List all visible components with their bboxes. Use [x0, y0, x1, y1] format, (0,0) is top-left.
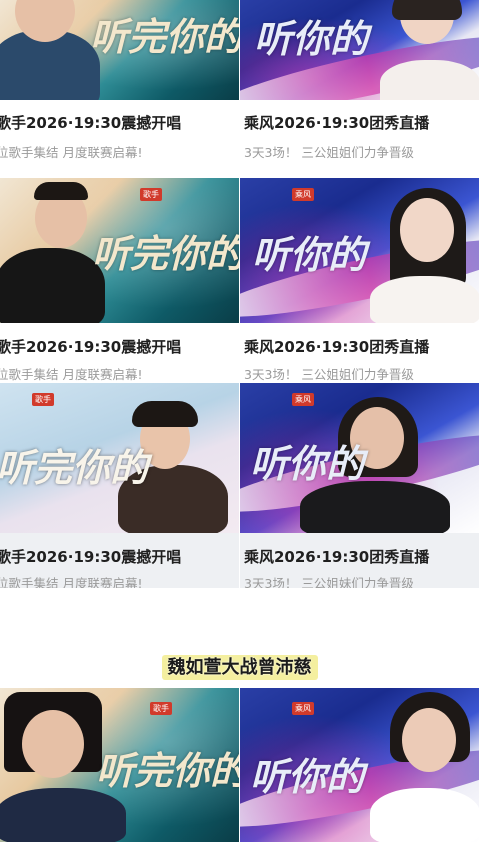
video-title[interactable]: 乘风2026·19:30团秀直播 [244, 546, 476, 567]
video-thumbnail[interactable]: 歌手 听完你的 [0, 688, 239, 842]
video-title[interactable]: 歌手2026·19:30震撼开唱 [0, 336, 228, 357]
show-badge: 歌手 [140, 188, 162, 201]
performer-image [0, 248, 105, 323]
video-thumbnail[interactable]: 乘风 听你的 [240, 178, 479, 323]
show-badge: 乘风 [292, 702, 314, 715]
video-thumbnail[interactable]: 歌手 听完你的 [0, 383, 239, 533]
video-card-chengfeng-1[interactable]: 听你的 乘风2026·19:30团秀直播 3天3场！ 三公姐姐们力争晋级 [240, 0, 479, 165]
performer-image [380, 60, 479, 100]
performer-image [300, 481, 450, 533]
show-logo-text: 听完你的 [96, 748, 239, 793]
show-logo-text: 听你的 [250, 754, 365, 799]
video-subtitle: 位歌手集结 月度联赛启幕! [0, 576, 143, 588]
video-card-singer-3[interactable]: 歌手 听完你的 歌手2026·19:30震撼开唱 位歌手集结 月度联赛启幕! [0, 383, 239, 588]
performer-image [370, 276, 479, 323]
show-logo-text: 听完你的 [92, 231, 239, 276]
performer-image [370, 788, 479, 842]
performer-hair [132, 401, 198, 427]
performer-head [400, 198, 454, 262]
show-logo-text: 听你的 [252, 232, 367, 277]
video-subtitle: 3天3场！ 三公姐姐们力争晋级 [244, 367, 414, 382]
performer-hair [34, 182, 88, 200]
performer-head [22, 710, 84, 778]
show-logo-text: 听你的 [250, 441, 365, 486]
video-feed: 听完你的 歌手2026·19:30震撼开唱 位歌手集结 月度联赛启幕! 听你的 … [0, 0, 479, 842]
video-card-chengfeng-3[interactable]: 乘风 听你的 乘风2026·19:30团秀直播 3天3场！ 三公姐妹们力争晋级 [240, 383, 479, 588]
show-badge: 乘风 [292, 188, 314, 201]
video-thumbnail[interactable]: 乘风 听你的 [240, 383, 479, 533]
show-logo-text: 听完你的 [90, 14, 239, 59]
video-subtitle: 位歌手集结 月度联赛启幕! [0, 367, 143, 382]
video-subtitle: 3天3场！ 三公姐妹们力争晋级 [244, 576, 414, 588]
show-badge: 乘风 [292, 393, 314, 406]
video-card-chengfeng-2[interactable]: 乘风 听你的 乘风2026·19:30团秀直播 3天3场！ 三公姐姐们力争晋级 [240, 178, 479, 383]
video-subtitle: 3天3场！ 三公姐姐们力争晋级 [244, 145, 414, 160]
video-caption: 魏如萱大战曾沛慈 [0, 653, 479, 680]
performer-hair [392, 0, 462, 20]
video-title[interactable]: 歌手2026·19:30震撼开唱 [0, 112, 228, 133]
show-badge: 歌手 [150, 702, 172, 715]
performer-image [0, 788, 126, 842]
video-thumbnail[interactable]: 听完你的 [0, 0, 239, 100]
video-card-singer-4[interactable]: 歌手 听完你的 [0, 688, 239, 842]
show-badge: 歌手 [32, 393, 54, 406]
video-card-singer-1[interactable]: 听完你的 歌手2026·19:30震撼开唱 位歌手集结 月度联赛启幕! [0, 0, 239, 165]
performer-head [402, 708, 456, 772]
video-thumbnail[interactable]: 歌手 听完你的 [0, 178, 239, 323]
video-title[interactable]: 乘风2026·19:30团秀直播 [244, 336, 476, 357]
video-thumbnail[interactable]: 乘风 听你的 [240, 688, 479, 842]
video-subtitle: 位歌手集结 月度联赛启幕! [0, 145, 143, 160]
video-thumbnail[interactable]: 听你的 [240, 0, 479, 100]
video-card-chengfeng-4[interactable]: 乘风 听你的 [240, 688, 479, 842]
video-card-singer-2[interactable]: 歌手 听完你的 歌手2026·19:30震撼开唱 位歌手集结 月度联赛启幕! [0, 178, 239, 383]
show-logo-text: 听完你的 [0, 445, 149, 490]
caption-text: 魏如萱大战曾沛慈 [161, 655, 318, 680]
show-logo-text: 听你的 [254, 16, 369, 61]
video-title[interactable]: 歌手2026·19:30震撼开唱 [0, 546, 228, 567]
video-title[interactable]: 乘风2026·19:30团秀直播 [244, 112, 476, 133]
